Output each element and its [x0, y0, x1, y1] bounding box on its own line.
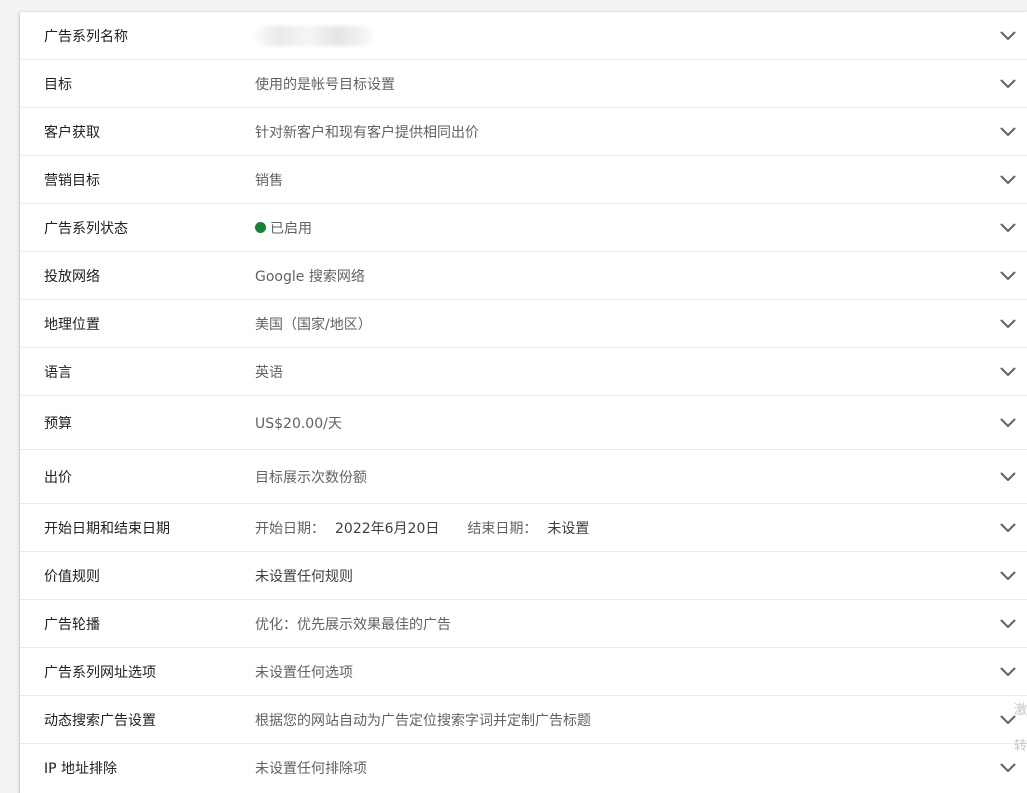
- setting-row-customer-acquisition[interactable]: 客户获取 针对新客户和现有客户提供相同出价: [20, 108, 1027, 156]
- chevron-down-icon[interactable]: [999, 567, 1017, 585]
- status-text: 已启用: [270, 220, 312, 237]
- setting-label: 地理位置: [44, 316, 100, 333]
- setting-row-start-end-dates[interactable]: 开始日期和结束日期 开始日期： 2022年6月20日 结束日期： 未设置: [20, 504, 1027, 552]
- setting-label: 目标: [44, 76, 72, 93]
- setting-value: Google 搜索网络: [255, 268, 365, 285]
- chevron-down-icon[interactable]: [999, 663, 1017, 681]
- setting-value-campaign-name: [255, 25, 373, 46]
- chevron-down-icon[interactable]: [999, 267, 1017, 285]
- setting-label: 出价: [44, 469, 72, 486]
- setting-label: 投放网络: [44, 268, 100, 285]
- setting-value: 根据您的网站自动为广告定位搜索字词并定制广告标题: [255, 712, 591, 729]
- setting-value: 英语: [255, 364, 283, 381]
- setting-value: 针对新客户和现有客户提供相同出价: [255, 124, 479, 141]
- start-date-label: 开始日期：: [255, 520, 325, 537]
- setting-row-ip-exclusions[interactable]: IP 地址排除 未设置任何排除项 转: [20, 740, 1027, 792]
- setting-row-campaign-status[interactable]: 广告系列状态 已启用: [20, 204, 1027, 252]
- setting-row-dynamic-search-ads[interactable]: 动态搜索广告设置 根据您的网站自动为广告定位搜索字词并定制广告标题 激: [20, 696, 1027, 744]
- end-date-value: 未设置: [547, 520, 590, 537]
- redacted-campaign-name: [255, 25, 373, 46]
- setting-row-url-options[interactable]: 广告系列网址选项 未设置任何选项: [20, 648, 1027, 696]
- setting-row-locations[interactable]: 地理位置 美国（国家/地区）: [20, 300, 1027, 348]
- setting-label: 广告轮播: [44, 616, 100, 633]
- chevron-down-icon[interactable]: [999, 219, 1017, 237]
- setting-value-dates: 开始日期： 2022年6月20日 结束日期： 未设置: [255, 518, 589, 538]
- chevron-down-icon[interactable]: [999, 171, 1017, 189]
- setting-label: IP 地址排除: [44, 761, 118, 777]
- chevron-down-icon[interactable]: [999, 759, 1017, 777]
- setting-row-marketing-objective[interactable]: 营销目标 销售: [20, 156, 1027, 204]
- setting-row-goal[interactable]: 目标 使用的是帐号目标设置: [20, 60, 1027, 108]
- setting-label: 语言: [44, 364, 72, 381]
- start-date-value: 2022年6月20日: [335, 520, 440, 537]
- setting-label: 营销目标: [44, 172, 100, 189]
- setting-value: US$20.00/天: [255, 415, 342, 432]
- chevron-down-icon[interactable]: [999, 363, 1017, 381]
- setting-label: 预算: [44, 415, 72, 432]
- setting-label: 广告系列名称: [44, 28, 128, 45]
- edge-overlay-text: 转: [1013, 739, 1027, 754]
- setting-label: 客户获取: [44, 124, 100, 141]
- setting-row-bidding[interactable]: 出价 目标展示次数份额: [20, 450, 1027, 504]
- chevron-down-icon[interactable]: [999, 75, 1017, 93]
- chevron-down-icon[interactable]: [999, 468, 1017, 486]
- setting-value: 优化：优先展示效果最佳的广告: [255, 616, 451, 633]
- chevron-down-icon[interactable]: [999, 615, 1017, 633]
- edge-overlay-text: 激: [1013, 703, 1027, 718]
- chevron-down-icon[interactable]: [999, 519, 1017, 537]
- setting-row-value-rules[interactable]: 价值规则 未设置任何规则: [20, 552, 1027, 600]
- setting-value: 美国（国家/地区）: [255, 316, 372, 333]
- setting-row-ad-rotation[interactable]: 广告轮播 优化：优先展示效果最佳的广告: [20, 600, 1027, 648]
- setting-label: 价值规则: [44, 568, 100, 585]
- setting-value: 使用的是帐号目标设置: [255, 76, 395, 93]
- setting-row-languages[interactable]: 语言 英语: [20, 348, 1027, 396]
- chevron-down-icon[interactable]: [999, 123, 1017, 141]
- setting-row-networks[interactable]: 投放网络 Google 搜索网络: [20, 252, 1027, 300]
- chevron-down-icon[interactable]: [999, 414, 1017, 432]
- setting-value-status: 已启用: [255, 218, 312, 238]
- setting-value: 未设置任何选项: [255, 664, 353, 681]
- setting-label: 广告系列网址选项: [44, 664, 156, 681]
- setting-row-budget[interactable]: 预算 US$20.00/天: [20, 396, 1027, 450]
- status-dot-icon: [255, 222, 266, 233]
- setting-value: 目标展示次数份额: [255, 469, 367, 486]
- setting-label: 动态搜索广告设置: [44, 712, 156, 729]
- setting-value: 未设置任何规则: [255, 568, 353, 585]
- chevron-down-icon[interactable]: [999, 27, 1017, 45]
- setting-row-campaign-name[interactable]: 广告系列名称: [20, 12, 1027, 60]
- campaign-settings-panel: 广告系列名称 目标 使用的是帐号目标设置 客户获取 针对新客户和现有客户提供相同…: [20, 12, 1027, 793]
- chevron-down-icon[interactable]: [999, 315, 1017, 333]
- setting-value: 销售: [255, 172, 283, 189]
- end-date-label: 结束日期：: [467, 520, 538, 537]
- setting-label: 广告系列状态: [44, 220, 128, 237]
- setting-value: 未设置任何排除项: [255, 761, 367, 777]
- setting-label: 开始日期和结束日期: [44, 520, 170, 537]
